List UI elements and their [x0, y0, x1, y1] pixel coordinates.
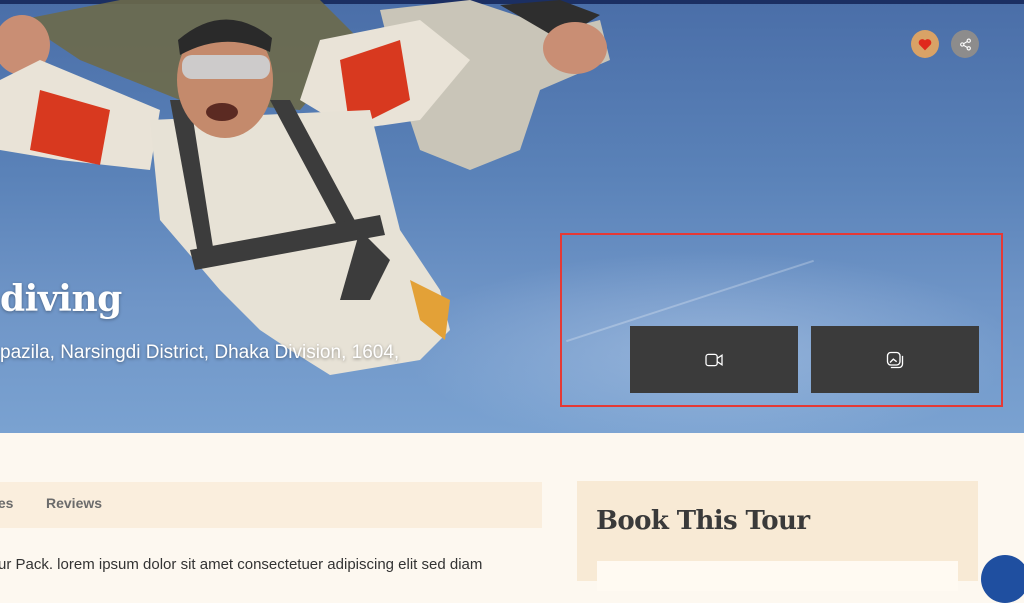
tour-description: ur Pack. lorem ipsum dolor sit amet cons…: [0, 556, 483, 573]
heart-icon: [918, 38, 932, 50]
hero-banner: diving pazila, Narsingdi District, Dhaka…: [0, 0, 1024, 433]
gallery-button[interactable]: [811, 326, 979, 393]
tour-tabs: ies Reviews: [0, 482, 542, 528]
booking-form-area: [597, 561, 958, 591]
favorite-button[interactable]: [911, 30, 939, 58]
video-button[interactable]: [630, 326, 798, 393]
tab-partial[interactable]: ies: [0, 495, 13, 511]
tour-title: diving: [0, 278, 122, 320]
tour-location: pazila, Narsingdi District, Dhaka Divisi…: [0, 342, 400, 363]
booking-card: Book This Tour: [577, 481, 978, 591]
skydiver-photo: [0, 0, 610, 375]
tab-reviews[interactable]: Reviews: [46, 495, 102, 511]
chat-button[interactable]: [981, 555, 1024, 603]
video-camera-icon: [705, 353, 723, 366]
gallery-icon: [886, 351, 904, 368]
share-button[interactable]: [951, 30, 979, 58]
booking-title: Book This Tour: [596, 506, 810, 536]
share-icon: [959, 38, 971, 50]
